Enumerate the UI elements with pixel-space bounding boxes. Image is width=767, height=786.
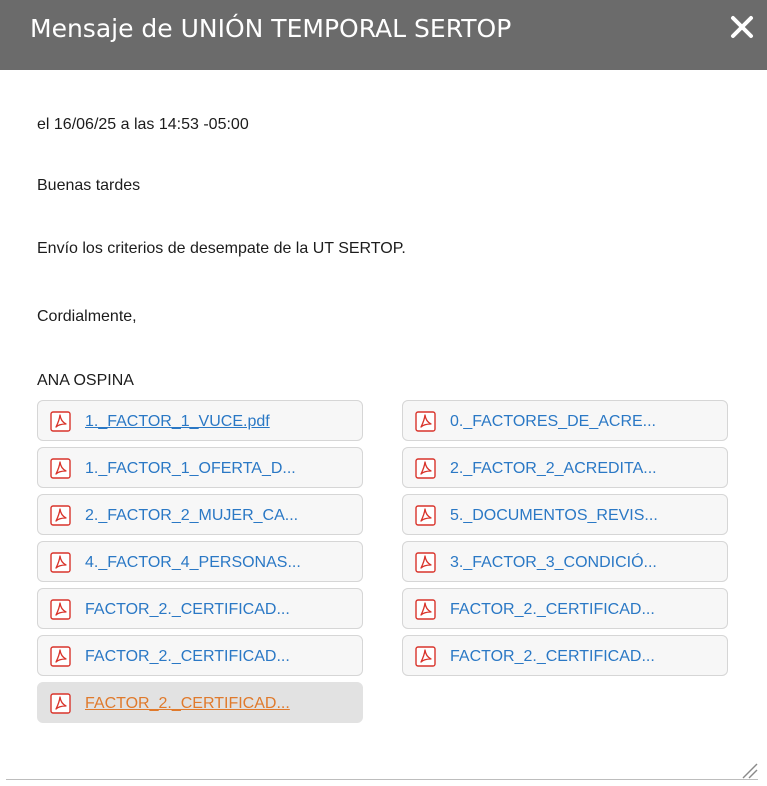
attachment-name[interactable]: FACTOR_2._CERTIFICAD... xyxy=(85,647,290,666)
pdf-icon xyxy=(50,693,71,714)
close-button[interactable] xyxy=(725,10,759,44)
attachment-item[interactable]: FACTOR_2._CERTIFICAD... xyxy=(37,682,363,723)
pdf-icon xyxy=(50,552,71,573)
attachment-item[interactable]: 3._FACTOR_3_CONDICIÓ... xyxy=(402,541,728,582)
attachment-item[interactable]: FACTOR_2._CERTIFICAD... xyxy=(402,588,728,629)
resize-grip-icon[interactable] xyxy=(737,758,759,780)
message-date: el 16/06/25 a las 14:53 -05:00 xyxy=(37,116,249,133)
message-closing: Cordialmente, xyxy=(37,308,137,325)
pdf-icon xyxy=(415,411,436,432)
attachment-item[interactable]: 1._FACTOR_1_OFERTA_D... xyxy=(37,447,363,488)
attachment-item[interactable]: 2._FACTOR_2_MUJER_CA... xyxy=(37,494,363,535)
dialog-title: Mensaje de UNIÓN TEMPORAL SERTOP xyxy=(30,14,512,43)
attachment-item[interactable]: FACTOR_2._CERTIFICAD... xyxy=(37,635,363,676)
attachment-item[interactable]: 5._DOCUMENTOS_REVIS... xyxy=(402,494,728,535)
pdf-icon xyxy=(50,411,71,432)
attachment-name[interactable]: 4._FACTOR_4_PERSONAS... xyxy=(85,553,301,572)
attachment-name[interactable]: FACTOR_2._CERTIFICAD... xyxy=(85,694,290,713)
attachment-name[interactable]: 1._FACTOR_1_VUCE.pdf xyxy=(85,412,270,431)
attachment-item[interactable]: 2._FACTOR_2_ACREDITA... xyxy=(402,447,728,488)
dialog-bottom-border xyxy=(6,779,758,780)
pdf-icon xyxy=(415,552,436,573)
attachment-name[interactable]: 2._FACTOR_2_ACREDITA... xyxy=(450,459,657,478)
pdf-icon xyxy=(50,599,71,620)
attachment-name[interactable]: FACTOR_2._CERTIFICAD... xyxy=(85,600,290,619)
pdf-icon xyxy=(50,646,71,667)
attachment-item[interactable]: FACTOR_2._CERTIFICAD... xyxy=(37,588,363,629)
attachment-name[interactable]: 1._FACTOR_1_OFERTA_D... xyxy=(85,459,296,478)
pdf-icon xyxy=(415,458,436,479)
pdf-icon xyxy=(415,646,436,667)
pdf-icon xyxy=(415,505,436,526)
attachment-name[interactable]: 2._FACTOR_2_MUJER_CA... xyxy=(85,506,298,525)
pdf-icon xyxy=(415,599,436,620)
attachment-item[interactable]: 4._FACTOR_4_PERSONAS... xyxy=(37,541,363,582)
pdf-icon xyxy=(50,458,71,479)
pdf-icon xyxy=(50,505,71,526)
attachment-name[interactable]: FACTOR_2._CERTIFICAD... xyxy=(450,647,655,666)
attachment-item[interactable]: 0._FACTORES_DE_ACRE... xyxy=(402,400,728,441)
attachment-name[interactable]: FACTOR_2._CERTIFICAD... xyxy=(450,600,655,619)
attachment-name[interactable]: 0._FACTORES_DE_ACRE... xyxy=(450,412,656,431)
attachment-name[interactable]: 3._FACTOR_3_CONDICIÓ... xyxy=(450,553,657,572)
close-icon xyxy=(731,16,753,38)
message-signature: ANA OSPINA xyxy=(37,372,134,389)
message-greeting: Buenas tardes xyxy=(37,177,141,194)
dialog-header: Mensaje de UNIÓN TEMPORAL SERTOP xyxy=(0,0,767,70)
attachment-item[interactable]: 1._FACTOR_1_VUCE.pdf xyxy=(37,400,363,441)
message-body: Envío los criterios de desempate de la U… xyxy=(37,240,406,257)
attachment-name[interactable]: 5._DOCUMENTOS_REVIS... xyxy=(450,506,658,525)
attachment-item[interactable]: FACTOR_2._CERTIFICAD... xyxy=(402,635,728,676)
